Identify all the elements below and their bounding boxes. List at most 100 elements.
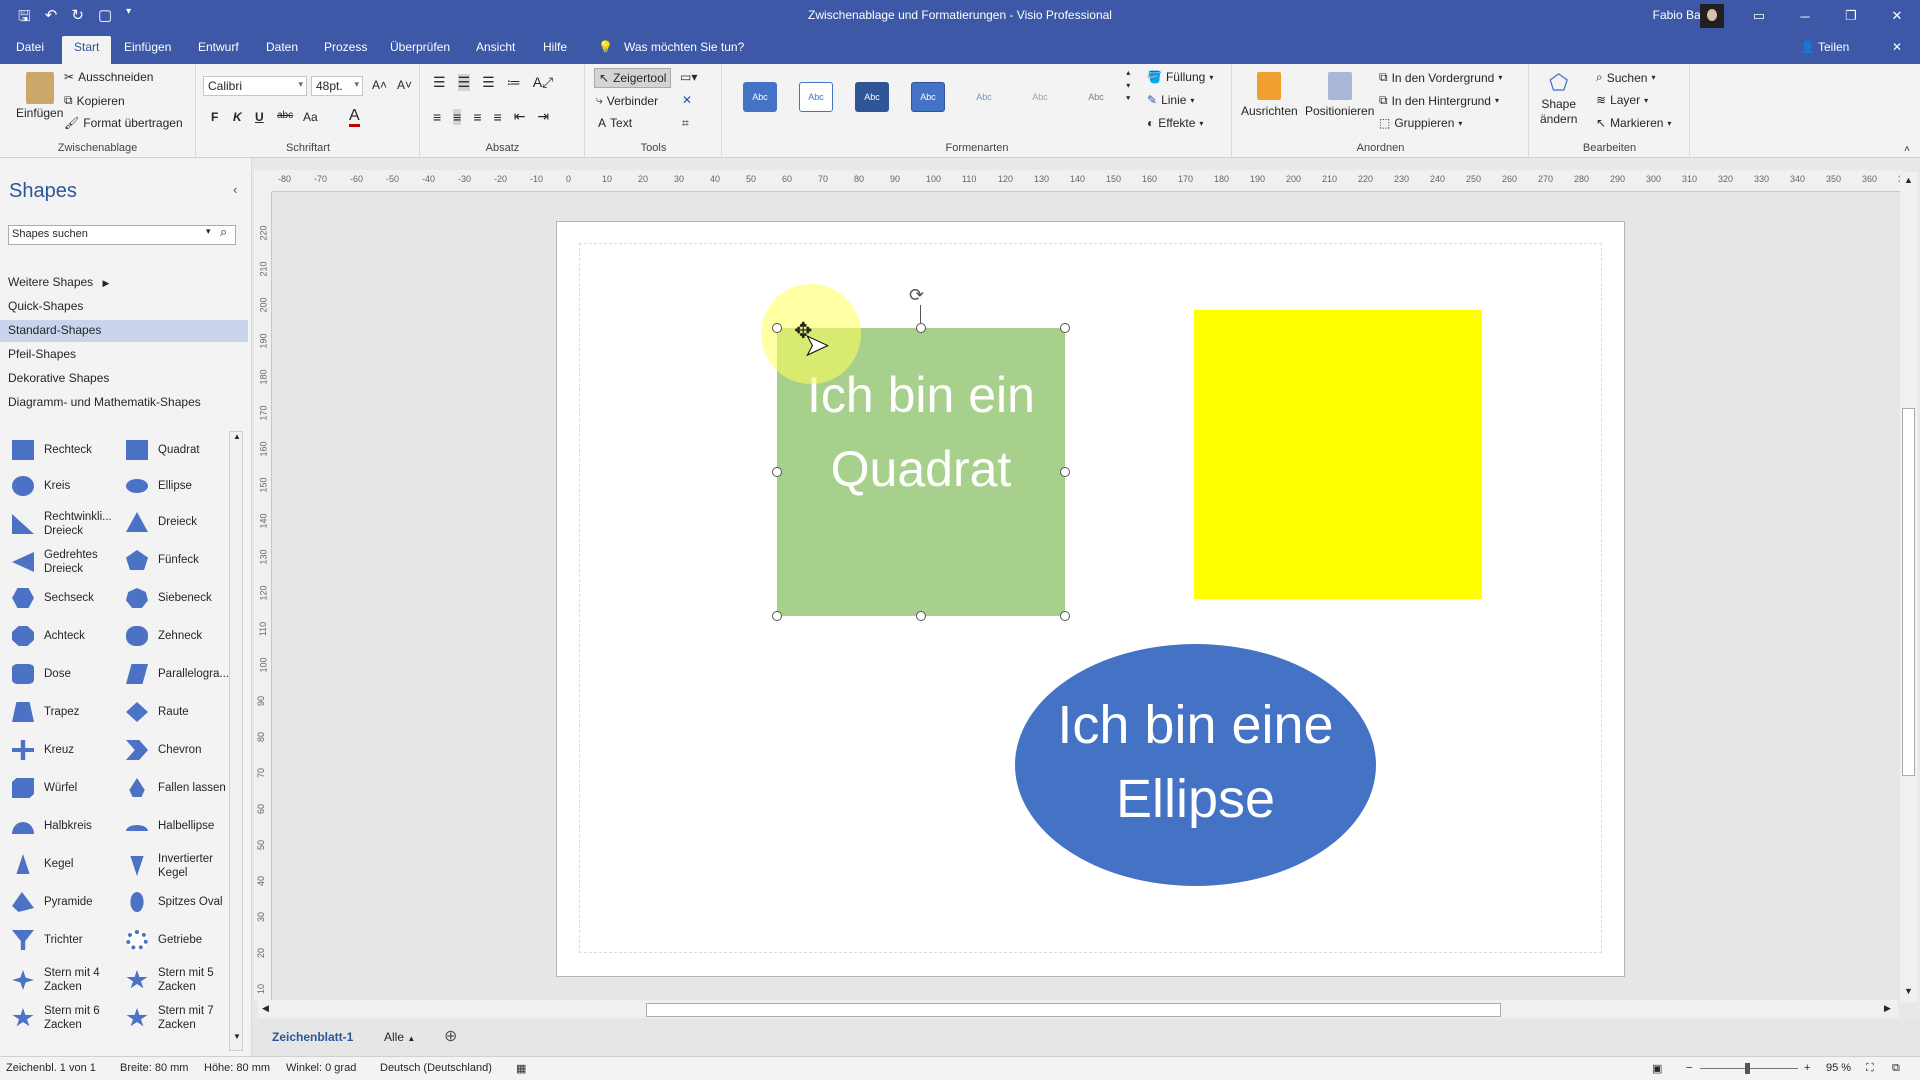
grow-font-icon[interactable]: A˄ bbox=[372, 78, 387, 92]
stencil-chart-math-shapes[interactable]: Diagramm- und Mathematik-Shapes bbox=[0, 392, 248, 414]
stencil-more-shapes[interactable]: Weitere Shapes ▶ bbox=[0, 272, 248, 294]
close-ribbon-icon[interactable]: ✕ bbox=[1892, 40, 1902, 54]
line-button[interactable]: ✎ Linie ▾ bbox=[1147, 93, 1194, 107]
shape-item[interactable]: Invertierter Kegel bbox=[124, 852, 238, 880]
increase-indent-icon[interactable]: ⇥ bbox=[537, 108, 549, 125]
shape-item[interactable]: Fünfeck bbox=[124, 548, 238, 572]
style-swatch-7[interactable]: Abc bbox=[1079, 82, 1113, 112]
align-top-icon[interactable]: ☰ bbox=[433, 74, 446, 91]
align-center-icon[interactable]: ≡ bbox=[453, 108, 462, 125]
shape-item[interactable]: Kreuz bbox=[10, 738, 124, 762]
align-bottom-icon[interactable]: ☰ bbox=[482, 74, 495, 91]
copy-button[interactable]: ⧉ Kopieren bbox=[64, 93, 125, 108]
bullets-icon[interactable]: ≔ bbox=[507, 74, 521, 91]
style-swatch-1[interactable]: Abc bbox=[743, 82, 777, 112]
align-middle-icon[interactable]: ☰ bbox=[457, 74, 471, 91]
shape-item[interactable]: Stern mit 5 Zacken bbox=[124, 966, 238, 994]
decrease-indent-icon[interactable]: ⇤ bbox=[514, 108, 526, 125]
selection-handle-right[interactable] bbox=[1060, 467, 1070, 477]
format-painter-button[interactable]: 🖌 Format übertragen bbox=[64, 116, 183, 130]
tab-daten[interactable]: Daten bbox=[266, 40, 298, 54]
status-page[interactable]: Zeichenbl. 1 von 1 bbox=[6, 1062, 96, 1074]
align-left-icon[interactable]: ≡ bbox=[433, 109, 441, 125]
connector-button[interactable]: ⤷ Verbinder bbox=[596, 93, 658, 108]
status-width[interactable]: Breite: 80 mm bbox=[120, 1062, 188, 1074]
shape-search-input[interactable]: Shapes suchen bbox=[8, 225, 236, 245]
shape-item[interactable]: Rechteck bbox=[10, 438, 124, 462]
change-case-button[interactable]: Aa bbox=[303, 110, 318, 124]
shape-item[interactable]: Getriebe bbox=[124, 928, 238, 952]
shape-item[interactable]: Zehneck bbox=[124, 624, 238, 648]
fit-page-icon[interactable]: ⛶ bbox=[1866, 1062, 1874, 1075]
minimize-icon[interactable]: ─ bbox=[1782, 0, 1828, 32]
shape-item[interactable]: Trichter bbox=[10, 928, 124, 952]
align-right-icon[interactable]: ≡ bbox=[473, 109, 481, 125]
collapse-ribbon-icon[interactable]: ˄ bbox=[1904, 144, 1910, 155]
tab-hilfe[interactable]: Hilfe bbox=[543, 40, 567, 54]
selection-handle-top[interactable] bbox=[916, 323, 926, 333]
connection-point-icon[interactable]: ✕ bbox=[682, 93, 692, 107]
search-icon[interactable]: ⌕ bbox=[220, 224, 227, 240]
change-shape-button[interactable]: ⬠ Shape ändern bbox=[1540, 70, 1577, 126]
selection-handle-left[interactable] bbox=[772, 467, 782, 477]
tab-start[interactable]: Start bbox=[62, 36, 112, 64]
rotation-handle-icon[interactable]: ⟳ bbox=[909, 285, 924, 306]
find-button[interactable]: ⌕ Suchen ▾ bbox=[1596, 70, 1655, 85]
bring-to-front-button[interactable]: ⧉ In den Vordergrund ▾ bbox=[1379, 70, 1502, 85]
shape-item[interactable]: Halbellipse bbox=[124, 814, 238, 838]
shape-item[interactable]: Stern mit 6 Zacken bbox=[10, 1004, 124, 1032]
style-swatch-2[interactable]: Abc bbox=[799, 82, 833, 112]
selection-handle-bottom-right[interactable] bbox=[1060, 611, 1070, 621]
styles-gallery-scroll[interactable]: ▴ ▾ ⯆ bbox=[1125, 68, 1131, 104]
crop-tool-icon[interactable]: ⌗ bbox=[682, 116, 689, 131]
group-button[interactable]: ⬚ Gruppieren ▾ bbox=[1379, 116, 1462, 130]
shape-item[interactable]: Rechtwinkli... Dreieck bbox=[10, 510, 124, 538]
tab-einfuegen[interactable]: Einfügen bbox=[124, 40, 171, 54]
shape-item[interactable]: Siebeneck bbox=[124, 586, 238, 610]
effects-button[interactable]: ◐ Effekte ▾ bbox=[1147, 116, 1203, 130]
horizontal-scroll-thumb[interactable] bbox=[646, 1003, 1501, 1017]
cut-button[interactable]: ✂ Ausschneiden bbox=[64, 70, 153, 84]
macro-record-icon[interactable]: ▦ bbox=[516, 1062, 526, 1075]
vertical-scroll-thumb[interactable] bbox=[1902, 408, 1915, 776]
zoom-slider-thumb[interactable] bbox=[1745, 1063, 1750, 1074]
shape-item[interactable]: Sechseck bbox=[10, 586, 124, 610]
shape-item[interactable]: Achteck bbox=[10, 624, 124, 648]
shrink-font-icon[interactable]: A˅ bbox=[397, 78, 412, 92]
scroll-down-icon[interactable]: ▼ bbox=[233, 1032, 241, 1041]
share-button[interactable]: Teilen bbox=[1818, 40, 1849, 54]
layer-button[interactable]: ≋ Layer ▾ bbox=[1596, 93, 1648, 107]
add-sheet-icon[interactable]: ⊕ bbox=[444, 1026, 457, 1046]
selection-handle-top-left[interactable] bbox=[772, 323, 782, 333]
selection-handle-bottom[interactable] bbox=[916, 611, 926, 621]
sheet-tab-active[interactable]: Zeichenblatt-1 bbox=[272, 1030, 353, 1044]
shape-item[interactable]: Ellipse bbox=[124, 474, 238, 498]
status-height[interactable]: Höhe: 80 mm bbox=[204, 1062, 270, 1074]
status-angle[interactable]: Winkel: 0 grad bbox=[286, 1062, 356, 1074]
underline-button[interactable]: U bbox=[255, 110, 264, 124]
scroll-right-icon[interactable]: ▶ bbox=[1884, 1003, 1891, 1014]
scroll-down-icon[interactable]: ▼ bbox=[1904, 986, 1913, 996]
stencil-quick-shapes[interactable]: Quick-Shapes bbox=[0, 296, 248, 318]
shape-item[interactable]: Raute bbox=[124, 700, 238, 724]
tab-ueberpruefen[interactable]: Überprüfen bbox=[390, 40, 450, 54]
send-to-back-button[interactable]: ⧉ In den Hintergrund ▾ bbox=[1379, 93, 1499, 108]
text-tool-button[interactable]: A Text bbox=[598, 116, 632, 130]
rectangle-tool-icon[interactable]: ▭▾ bbox=[680, 70, 697, 84]
shape-item[interactable]: Fallen lassen bbox=[124, 776, 238, 800]
justify-icon[interactable]: ≡ bbox=[494, 109, 502, 125]
shape-item[interactable]: Pyramide bbox=[10, 890, 124, 914]
tab-prozess[interactable]: Prozess bbox=[324, 40, 367, 54]
shape-item[interactable]: Stern mit 7 Zacken bbox=[124, 1004, 238, 1032]
stencil-decorative-shapes[interactable]: Dekorative Shapes bbox=[0, 368, 248, 390]
scroll-up-icon[interactable]: ▲ bbox=[1904, 175, 1913, 185]
shape-item[interactable]: Gedrehtes Dreieck bbox=[10, 548, 124, 576]
ellipse-shape[interactable]: Ich bin eine Ellipse bbox=[1015, 644, 1376, 886]
position-button[interactable]: Positionieren bbox=[1305, 72, 1374, 118]
close-icon[interactable]: ✕ bbox=[1874, 0, 1920, 32]
search-dropdown-icon[interactable]: ▾ bbox=[206, 226, 211, 237]
bold-button[interactable]: F bbox=[211, 110, 218, 124]
tab-ansicht[interactable]: Ansicht bbox=[476, 40, 515, 54]
style-swatch-6[interactable]: Abc bbox=[1023, 82, 1057, 112]
zoom-level[interactable]: 95 % bbox=[1826, 1062, 1851, 1074]
